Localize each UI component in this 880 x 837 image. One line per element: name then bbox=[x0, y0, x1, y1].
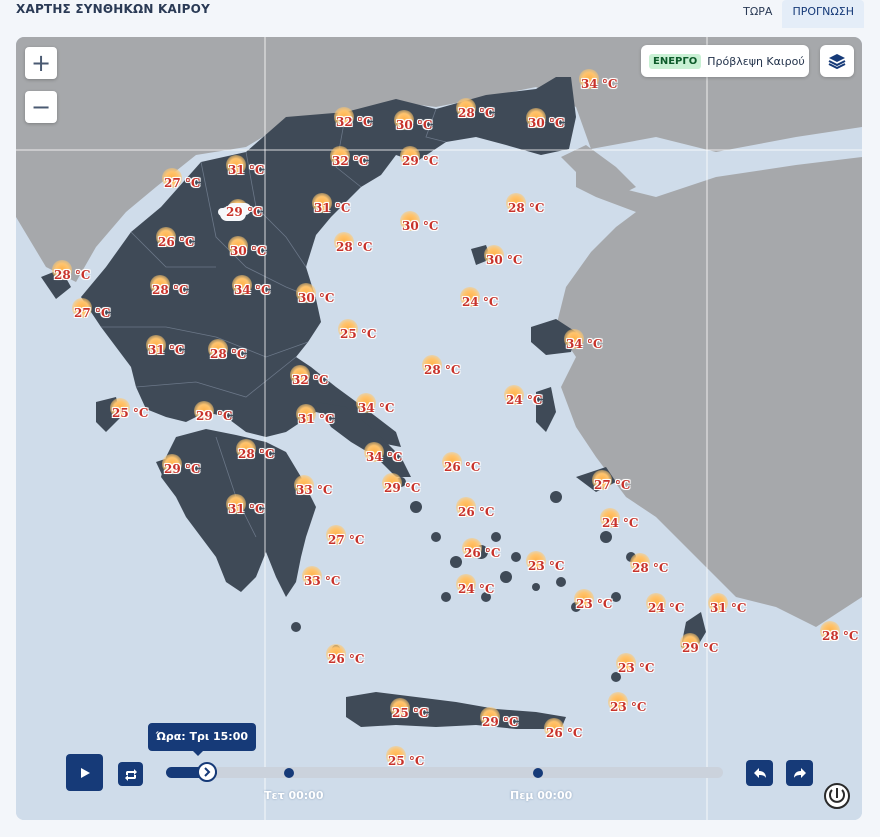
tab-forecast[interactable]: ΠΡΟΓΝΩΣΗ bbox=[782, 0, 864, 28]
play-button[interactable] bbox=[66, 754, 103, 791]
sun-icon bbox=[162, 454, 182, 474]
sun-icon bbox=[326, 525, 346, 545]
sun-icon bbox=[194, 401, 214, 421]
step-forward-button[interactable] bbox=[786, 760, 813, 786]
forecast-layer-toggle[interactable]: ΕΝΕΡΓΟ Πρόβλεψη Καιρού bbox=[641, 45, 809, 77]
sun-icon bbox=[110, 398, 130, 418]
sun-icon bbox=[526, 551, 546, 571]
sun-icon bbox=[150, 275, 170, 295]
repeat-icon bbox=[124, 769, 137, 781]
sun-icon bbox=[228, 236, 248, 256]
day-label-thursday: Πεμ 00:00 bbox=[510, 789, 573, 802]
sun-icon bbox=[504, 385, 524, 405]
sun-icon bbox=[579, 69, 599, 89]
sun-icon bbox=[330, 146, 350, 166]
cloud-icon bbox=[220, 207, 246, 221]
weather-map[interactable]: + − ΕΝΕΡΓΟ Πρόβλεψη Καιρού 34 °C 28 °C 32 … bbox=[16, 37, 862, 820]
sun-icon bbox=[456, 497, 476, 517]
sun-icon bbox=[592, 470, 612, 490]
sun-icon bbox=[544, 718, 564, 738]
status-badge: ΕΝΕΡΓΟ bbox=[649, 53, 702, 69]
sun-icon bbox=[364, 442, 384, 462]
sun-icon bbox=[334, 232, 354, 252]
sun-icon bbox=[526, 108, 546, 128]
sun-icon bbox=[574, 589, 594, 609]
sun-icon bbox=[226, 494, 246, 514]
sun-icon bbox=[400, 211, 420, 231]
redo-icon bbox=[793, 768, 806, 778]
sun-icon bbox=[460, 287, 480, 307]
sun-icon bbox=[52, 260, 72, 280]
sun-icon bbox=[646, 593, 666, 613]
sun-icon bbox=[232, 275, 252, 295]
sun-icon bbox=[302, 566, 322, 586]
sun-icon bbox=[462, 538, 482, 558]
sun-icon bbox=[236, 439, 256, 459]
sun-icon bbox=[680, 633, 700, 653]
sun-icon bbox=[386, 746, 406, 766]
step-back-button[interactable] bbox=[746, 760, 773, 786]
sun-icon bbox=[338, 319, 358, 339]
zoom-out-button[interactable]: − bbox=[25, 91, 57, 123]
sun-icon bbox=[394, 110, 414, 130]
sun-icon bbox=[356, 393, 376, 413]
time-tooltip: Ώρα: Τρι 15:00 bbox=[148, 723, 257, 756]
sun-icon bbox=[630, 553, 650, 573]
sun-icon bbox=[208, 339, 228, 359]
sun-icon bbox=[312, 193, 332, 213]
sun-icon bbox=[708, 593, 728, 613]
tab-now[interactable]: ΤΩΡΑ bbox=[733, 0, 782, 28]
sun-icon bbox=[162, 168, 182, 188]
sun-icon bbox=[296, 283, 316, 303]
sun-icon bbox=[608, 692, 628, 712]
sun-icon bbox=[480, 707, 500, 727]
timeline-track[interactable] bbox=[166, 762, 723, 782]
sun-icon bbox=[820, 621, 840, 641]
sun-icon bbox=[442, 452, 462, 472]
undo-icon bbox=[753, 768, 766, 778]
sun-icon bbox=[156, 227, 176, 247]
sun-icon bbox=[600, 508, 620, 528]
sun-icon bbox=[294, 475, 314, 495]
day-label-wednesday: Τετ 00:00 bbox=[264, 789, 324, 802]
forecast-label: Πρόβλεψη Καιρού bbox=[707, 54, 805, 68]
sun-icon bbox=[616, 653, 636, 673]
sun-icon bbox=[146, 335, 166, 355]
sun-icon bbox=[390, 698, 410, 718]
sun-icon bbox=[456, 574, 476, 594]
sun-icon bbox=[226, 155, 246, 175]
layers-button[interactable] bbox=[820, 45, 854, 77]
sun-icon bbox=[334, 107, 354, 127]
map-basemap bbox=[16, 37, 862, 820]
timeline-day-marker[interactable] bbox=[533, 768, 543, 778]
sun-icon bbox=[564, 329, 584, 349]
page-title: ΧΑΡΤΗΣ ΣΥΝΘΗΚΩΝ ΚΑΙΡΟΥ bbox=[16, 2, 210, 16]
timeline-handle[interactable] bbox=[196, 762, 217, 782]
chevron-right-icon bbox=[203, 767, 211, 777]
brand-logo-icon bbox=[824, 783, 850, 809]
sun-icon bbox=[72, 298, 92, 318]
timeline-day-marker[interactable] bbox=[284, 768, 294, 778]
sun-icon bbox=[506, 193, 526, 213]
sun-icon bbox=[422, 355, 442, 375]
view-tabs: ΤΩΡΑ ΠΡΟΓΝΩΣΗ bbox=[733, 0, 864, 28]
zoom-in-button[interactable]: + bbox=[25, 47, 57, 79]
sun-icon bbox=[290, 365, 310, 385]
sun-icon bbox=[456, 98, 476, 118]
layers-icon bbox=[828, 54, 846, 69]
sun-icon bbox=[400, 146, 420, 166]
sun-icon bbox=[382, 473, 402, 493]
play-icon bbox=[80, 767, 90, 778]
sun-icon bbox=[484, 245, 504, 265]
sun-icon bbox=[296, 404, 316, 424]
repeat-button[interactable] bbox=[118, 762, 143, 786]
sun-icon bbox=[326, 644, 346, 664]
